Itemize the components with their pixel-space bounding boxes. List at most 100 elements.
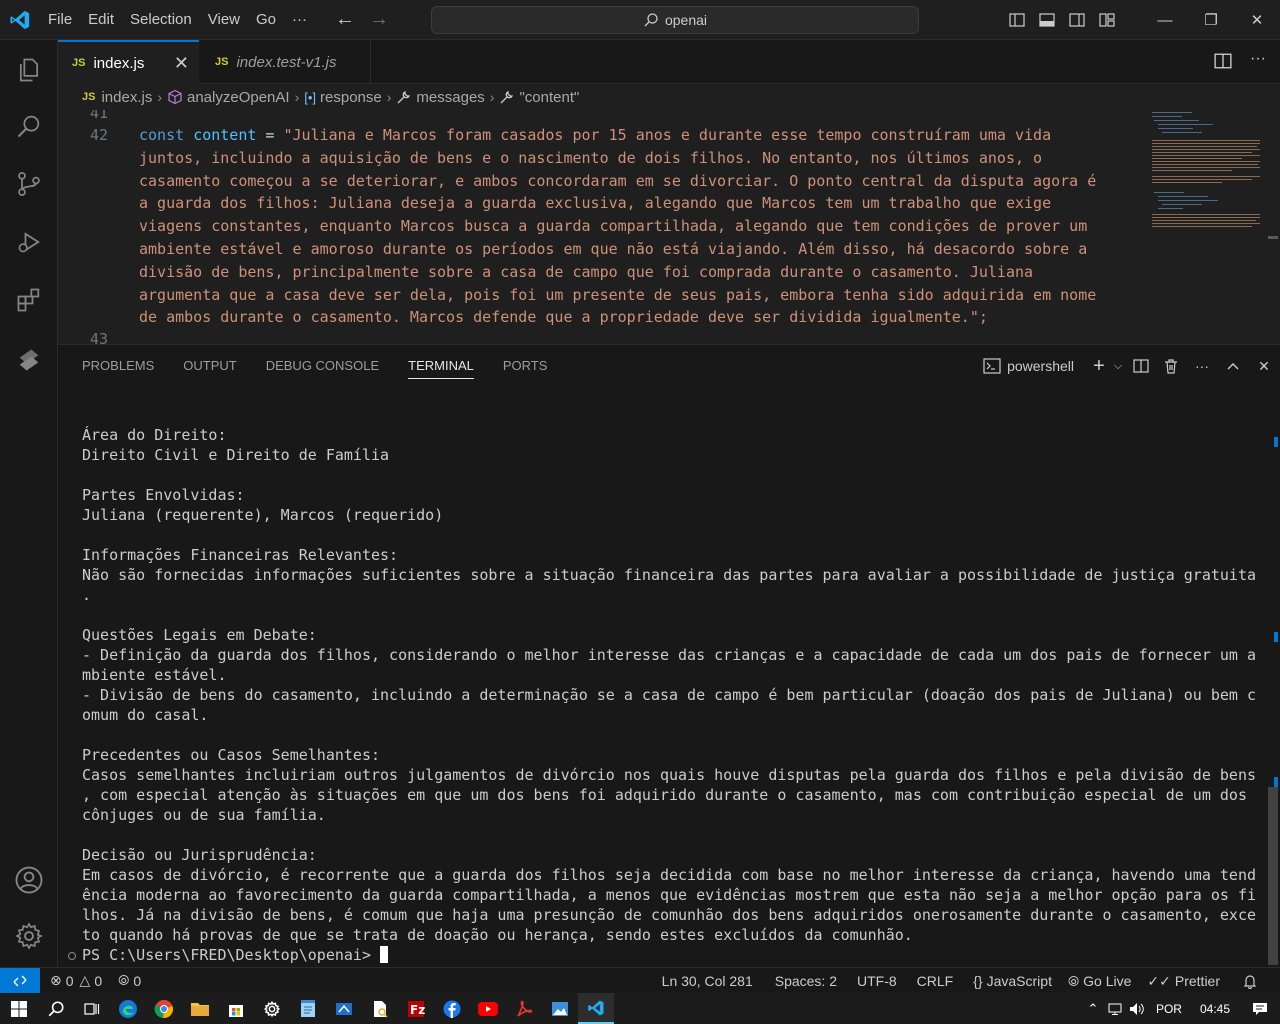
facebook-icon[interactable] [434, 993, 470, 1024]
code-editor[interactable]: 41 42 43 const content = "Juliana e Marc… [58, 110, 1280, 344]
breadcrumb-function[interactable]: analyzeOpenAI [167, 89, 290, 106]
terminal-prompt-line[interactable]: PS C:\Users\FRED\Desktop\openai> [82, 945, 1257, 965]
error-count: 0 [65, 972, 74, 989]
tab-label: index.js [93, 54, 145, 72]
menu-view[interactable]: View [200, 0, 248, 40]
tab-output[interactable]: OUTPUT [183, 345, 236, 387]
volume-icon[interactable] [1126, 1002, 1148, 1016]
network-icon[interactable] [1104, 1003, 1126, 1015]
vscode-logo-icon[interactable] [0, 0, 40, 40]
maximize-panel-icon[interactable] [1218, 345, 1248, 387]
clock[interactable]: 04:45 [1190, 1002, 1240, 1016]
split-terminal-icon[interactable] [1126, 345, 1156, 387]
terminal-line: Não são fornecidas informações suficient… [82, 566, 1256, 584]
azure-data-studio-icon[interactable] [326, 993, 362, 1024]
notification-center-icon[interactable] [1240, 1002, 1280, 1016]
menu-more[interactable]: ··· [284, 0, 315, 40]
search-icon [644, 13, 658, 27]
toggle-secondary-sidebar-icon[interactable] [1062, 0, 1092, 40]
new-terminal-icon[interactable]: + [1088, 345, 1110, 387]
windows-start-icon[interactable] [0, 993, 38, 1024]
tab-index-js[interactable]: JS index.js ✕ [58, 40, 199, 84]
remote-extension-icon[interactable] [0, 332, 58, 388]
end-of-line[interactable]: CRLF [909, 973, 962, 989]
breadcrumb-file[interactable]: JS index.js [82, 89, 152, 106]
restore-icon[interactable]: ❐ [1188, 0, 1234, 40]
notepad-icon[interactable] [290, 993, 326, 1024]
task-view-icon[interactable] [74, 993, 110, 1024]
code-line-wrap: de ambos durante o casamento. Marcos def… [139, 308, 988, 327]
problems-indicator[interactable]: ⊗ 0 △ 0 [40, 972, 110, 989]
tab-index-test-v1-js[interactable]: JS index.test-v1.js [201, 40, 371, 84]
encoding[interactable]: UTF-8 [849, 973, 905, 989]
toggle-panel-icon[interactable] [1032, 0, 1062, 40]
menu-edit[interactable]: Edit [80, 0, 122, 40]
minimize-icon[interactable]: — [1142, 0, 1188, 40]
terminal-output[interactable]: Área do Direito: Direito Civil e Direito… [82, 425, 1257, 965]
acrobat-icon[interactable] [506, 993, 542, 1024]
tab-debug-console[interactable]: DEBUG CONSOLE [266, 345, 379, 387]
input-language[interactable]: POR [1148, 1002, 1190, 1016]
menu-go[interactable]: Go [248, 0, 284, 40]
trash-icon[interactable] [1156, 345, 1186, 387]
vscode-taskbar-icon[interactable] [578, 993, 614, 1024]
store-icon[interactable] [218, 993, 254, 1024]
breadcrumb-property[interactable]: messages [396, 89, 485, 106]
photos-icon[interactable] [542, 993, 578, 1024]
editor-scrollbar[interactable] [1266, 110, 1280, 344]
menu-file[interactable]: File [40, 0, 80, 40]
command-center-search[interactable]: openai [431, 6, 919, 34]
cursor-position[interactable]: Ln 30, Col 281 [654, 973, 761, 989]
breadcrumb-variable[interactable]: [•] response [304, 89, 382, 106]
accounts-icon[interactable] [0, 852, 58, 908]
customize-layout-icon[interactable] [1092, 0, 1122, 40]
more-actions-icon[interactable]: ··· [1250, 50, 1266, 68]
more-actions-icon[interactable]: ··· [1186, 345, 1218, 387]
scrollbar-thumb[interactable] [1268, 787, 1278, 965]
settings-gear-icon[interactable] [0, 908, 58, 964]
toggle-primary-sidebar-icon[interactable] [1002, 0, 1032, 40]
extensions-icon[interactable] [0, 272, 58, 328]
go-live-button[interactable]: ⦾ Go Live [1060, 973, 1139, 990]
command-decoration-icon[interactable] [68, 952, 76, 960]
close-panel-icon[interactable]: ✕ [1248, 345, 1280, 387]
close-icon[interactable]: ✕ [174, 53, 189, 74]
back-arrow-icon[interactable]: ← [335, 8, 355, 31]
youtube-icon[interactable] [470, 993, 506, 1024]
source-control-icon[interactable] [0, 156, 58, 212]
minimap[interactable] [1148, 110, 1268, 344]
terminal-line: Questões Legais em Debate: [82, 626, 317, 644]
javascript-file-icon: JS [82, 91, 96, 103]
remote-window-icon[interactable] [0, 967, 40, 994]
file-search-icon[interactable] [362, 993, 398, 1024]
tab-problems[interactable]: PROBLEMS [82, 345, 154, 387]
chrome-browser-icon[interactable] [146, 993, 182, 1024]
explorer-icon[interactable] [0, 42, 58, 98]
prettier-button[interactable]: ✓✓ Prettier [1139, 973, 1228, 990]
tab-ports[interactable]: PORTS [503, 345, 548, 387]
filezilla-icon[interactable]: Fz [398, 993, 434, 1024]
indentation[interactable]: Spaces: 2 [767, 973, 845, 989]
forward-arrow-icon[interactable]: → [369, 8, 389, 31]
chevron-down-icon[interactable]: ⌵ [1110, 345, 1126, 387]
terminal-scrollbar[interactable] [1266, 387, 1280, 967]
close-window-icon[interactable]: ✕ [1234, 0, 1280, 40]
chevron-up-icon[interactable]: ⌃ [1082, 1001, 1104, 1017]
run-debug-icon[interactable] [0, 214, 58, 270]
tab-terminal[interactable]: TERMINAL [408, 345, 474, 387]
split-editor-icon[interactable] [1214, 52, 1232, 73]
file-explorer-icon[interactable] [182, 993, 218, 1024]
search-sidebar-icon[interactable] [0, 98, 58, 154]
menu-selection[interactable]: Selection [122, 0, 200, 40]
notifications-bell-icon[interactable] [1234, 973, 1266, 989]
settings-gear-icon[interactable] [254, 993, 290, 1024]
language-mode[interactable]: {} JavaScript [965, 973, 1060, 989]
code-operator: = [256, 126, 284, 144]
code-line-wrap: casamento começou a se deteriorar, e amb… [139, 171, 1097, 190]
edge-browser-icon[interactable] [110, 993, 146, 1024]
breadcrumb-content[interactable]: "content" [499, 89, 579, 106]
search-icon[interactable] [38, 993, 74, 1024]
terminal-shell-selector[interactable]: powershell [983, 345, 1088, 387]
ports-indicator[interactable]: ⦾ 0 [110, 972, 149, 989]
